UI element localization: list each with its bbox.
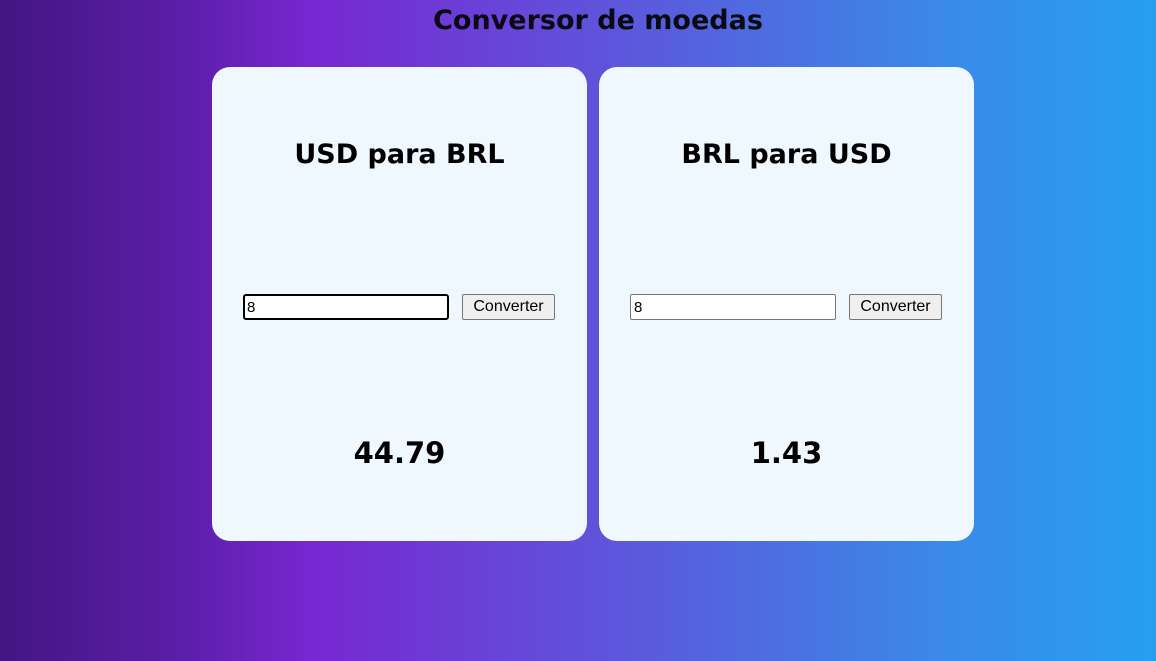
card-title-usd-to-brl: USD para BRL [294,139,505,170]
brl-amount-input[interactable] [630,294,836,320]
usd-to-brl-result: 44.79 [353,436,446,470]
usd-amount-input[interactable] [243,294,449,320]
usd-to-brl-convert-button[interactable]: Converter [462,294,555,320]
page-title: Conversor de moedas [433,5,763,36]
usd-to-brl-card: USD para BRL Converter 44.79 [212,67,587,541]
brl-to-usd-input-row: Converter [630,294,942,320]
usd-to-brl-input-row: Converter [243,294,555,320]
brl-to-usd-result: 1.43 [750,436,823,470]
converter-cards: USD para BRL Converter 44.79 BRL para US… [212,67,974,541]
brl-to-usd-card: BRL para USD Converter 1.43 [599,67,974,541]
card-title-brl-to-usd: BRL para USD [681,139,892,170]
brl-to-usd-convert-button[interactable]: Converter [849,294,942,320]
